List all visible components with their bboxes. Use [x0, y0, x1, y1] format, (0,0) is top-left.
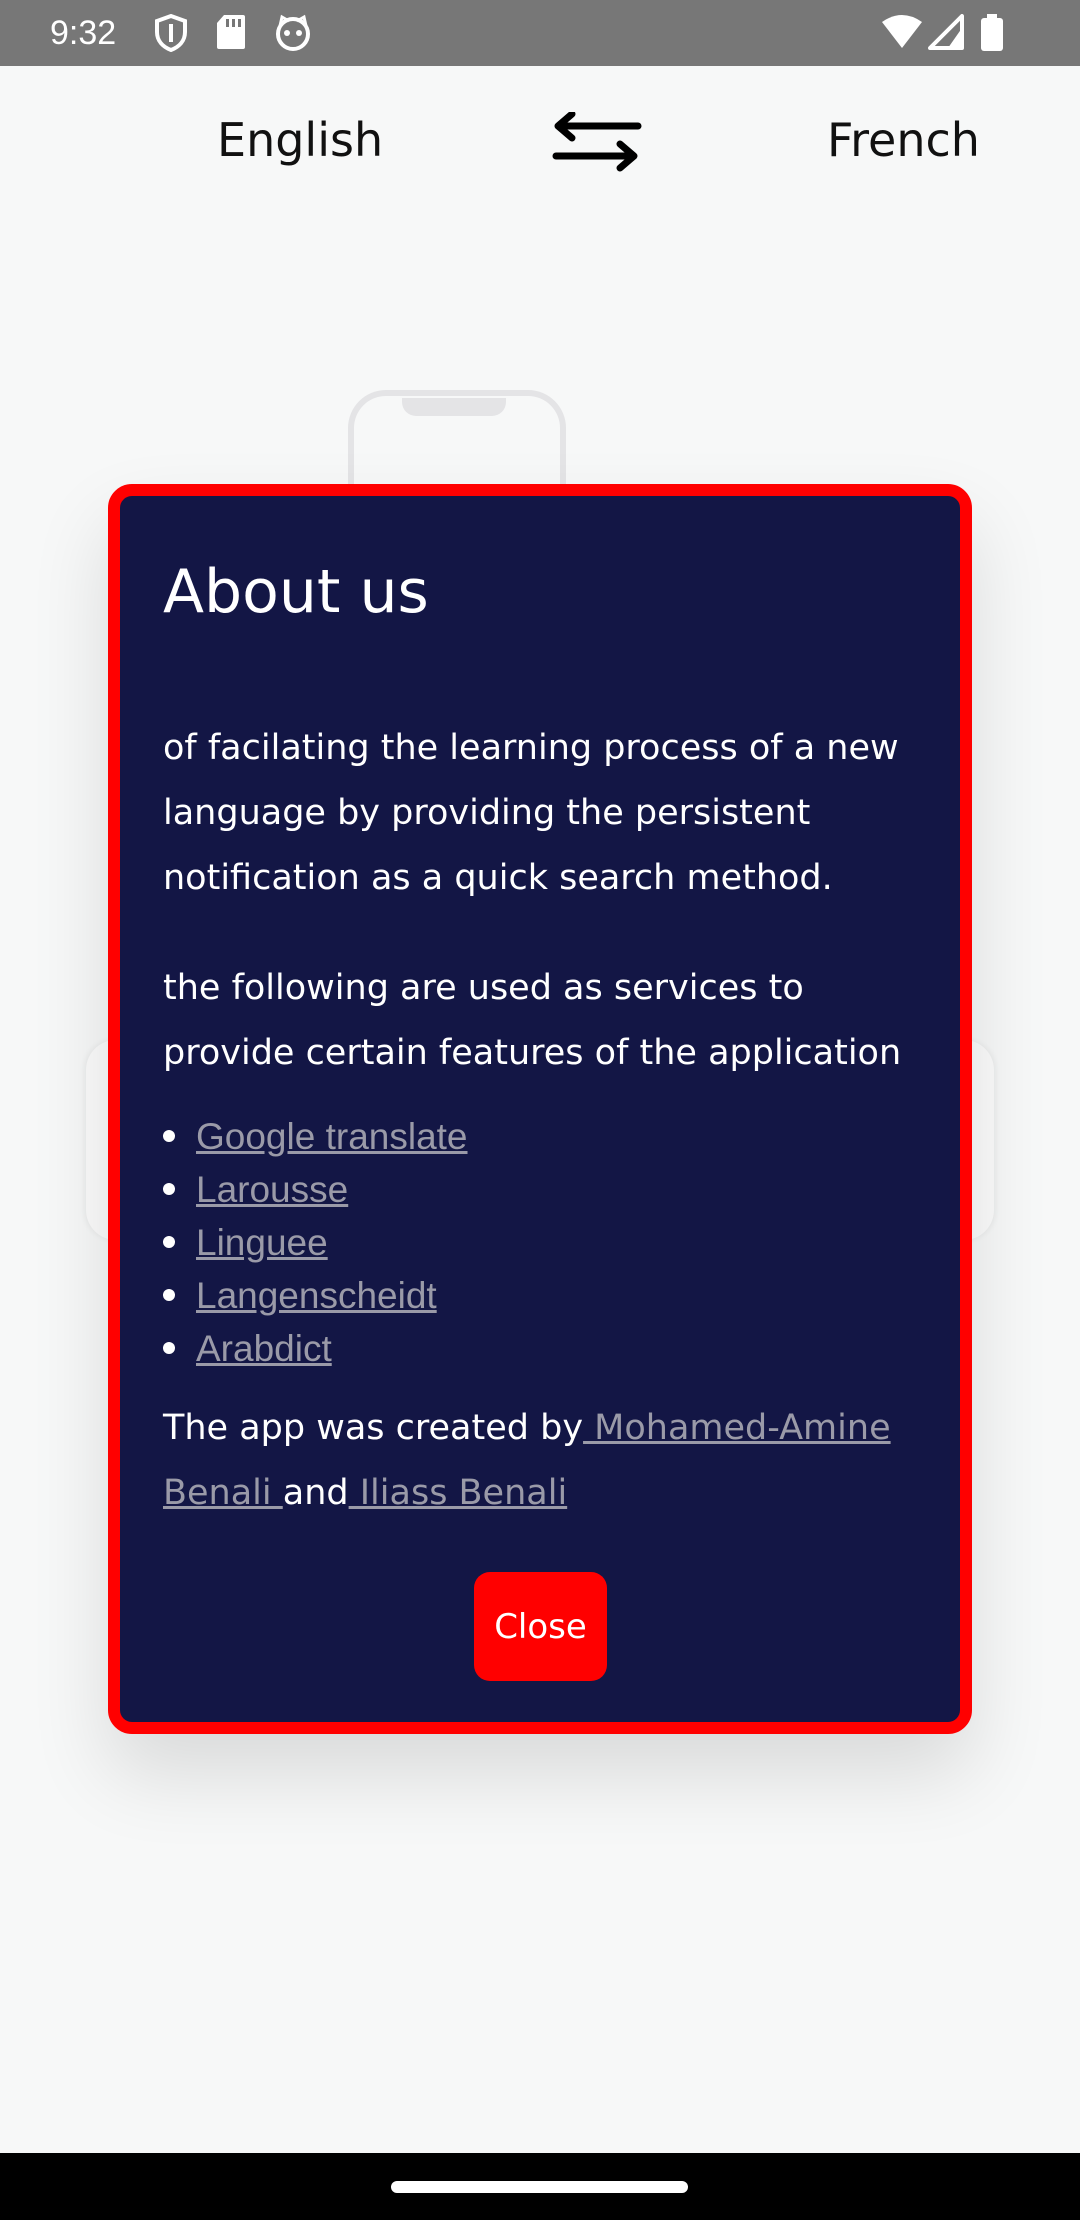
services-intro: the following are used as services to pr… [163, 968, 902, 1073]
about-description: of facilating the learning process of a … [163, 728, 899, 898]
source-language-label[interactable]: English [217, 108, 383, 172]
wifi-icon [882, 15, 922, 48]
shield-icon [155, 14, 187, 52]
link-arabdict[interactable]: Arabdict [196, 1328, 332, 1369]
credits-prefix: The app was created by [163, 1408, 584, 1448]
sd-card-icon [217, 15, 245, 49]
phone-notch [402, 398, 506, 416]
home-gesture-handle[interactable] [391, 2181, 688, 2193]
bullet-icon [163, 1289, 175, 1301]
bullet-icon [163, 1342, 175, 1354]
swap-arrows-icon[interactable] [550, 112, 644, 174]
credits-joiner: and [282, 1473, 349, 1513]
close-button[interactable]: Close [474, 1572, 607, 1681]
list-item: Langenscheidt [163, 1269, 468, 1322]
target-language-label[interactable]: French [827, 108, 980, 172]
credits-text: The app was created by Mohamed-Amine Ben… [163, 1396, 903, 1526]
link-larousse[interactable]: Larousse [196, 1169, 348, 1210]
list-item: Arabdict [163, 1322, 468, 1375]
bullet-icon [163, 1130, 175, 1142]
cat-face-icon [276, 14, 310, 51]
link-linguee[interactable]: Linguee [196, 1222, 328, 1263]
list-item: Larousse [163, 1163, 468, 1216]
link-langenscheidt[interactable]: Langenscheidt [196, 1275, 437, 1316]
list-item: Linguee [163, 1216, 468, 1269]
link-google-translate[interactable]: Google translate [196, 1116, 468, 1157]
bullet-icon [163, 1183, 175, 1195]
cellular-signal-icon [928, 14, 964, 50]
status-bar: 9:32 [0, 0, 1080, 66]
status-time: 9:32 [50, 14, 117, 52]
services-list: Google translate Larousse Linguee Langen… [163, 1110, 468, 1375]
battery-icon [981, 14, 1003, 51]
about-dialog [108, 484, 972, 1734]
author-link-iliass[interactable]: Iliass Benali [349, 1473, 567, 1513]
bullet-icon [163, 1236, 175, 1248]
list-item: Google translate [163, 1110, 468, 1163]
dialog-title: About us [163, 557, 429, 627]
